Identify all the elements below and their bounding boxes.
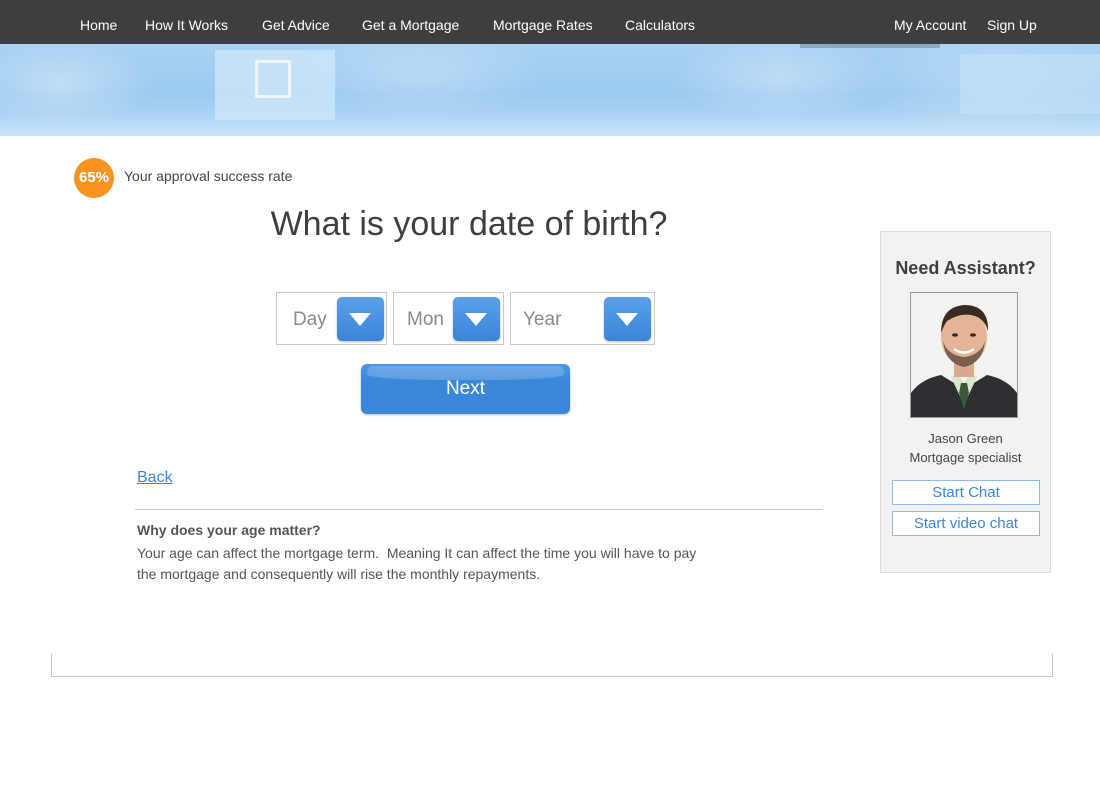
hero-window (255, 60, 291, 98)
hero-roof (800, 44, 940, 48)
month-select[interactable]: Mon (393, 292, 504, 345)
avatar-portrait-icon (911, 293, 1017, 417)
month-select-label: Mon (407, 309, 444, 330)
year-select[interactable]: Year (510, 292, 655, 345)
assistant-title: Need Assistant? (895, 258, 1036, 278)
top-nav: Home How It Works Get Advice Get a Mortg… (0, 0, 1100, 44)
year-select-label: Year (523, 309, 562, 330)
nav-home[interactable]: Home (80, 0, 117, 44)
why-age-body: Your age can affect the mortgage term. M… (137, 543, 757, 585)
assistant-role: Mortgage specialist (909, 450, 1022, 465)
nav-my-account[interactable]: My Account (894, 0, 966, 44)
footer-box (51, 654, 1053, 677)
approval-rate-label: Your approval success rate (124, 168, 293, 184)
start-chat-button[interactable]: Start Chat (892, 480, 1040, 505)
chevron-down-icon[interactable] (453, 297, 500, 341)
next-button-label: Next (445, 378, 486, 399)
day-select[interactable]: Day (276, 292, 387, 345)
hero-ground (0, 114, 1100, 136)
back-link[interactable]: Back (137, 469, 173, 487)
avatar (910, 292, 1018, 418)
hero-house-right (960, 54, 1100, 114)
why-age-title: Why does your age matter? (137, 522, 321, 538)
why-age-line-2: the mortgage and consequently will rise … (137, 566, 541, 582)
nav-how-it-works[interactable]: How It Works (145, 0, 228, 44)
page-question: What is your date of birth? (270, 205, 668, 243)
day-select-label: Day (293, 309, 327, 330)
why-age-line-1: Your age can affect the mortgage term. M… (137, 545, 697, 561)
assistant-name: Jason Green (928, 431, 1003, 446)
chevron-down-icon[interactable] (337, 297, 384, 341)
assistant-panel: Need Assistant? Jason Green Mortgage spe (880, 231, 1051, 573)
chevron-down-icon[interactable] (604, 297, 651, 341)
nav-get-a-mortgage[interactable]: Get a Mortgage (362, 0, 459, 44)
hero-banner (0, 44, 1100, 136)
divider (135, 509, 823, 510)
nav-get-advice[interactable]: Get Advice (262, 0, 330, 44)
nav-mortgage-rates[interactable]: Mortgage Rates (493, 0, 593, 44)
next-button[interactable]: Next (361, 364, 570, 414)
approval-rate-badge: 65% (74, 158, 114, 198)
start-video-chat-button[interactable]: Start video chat (892, 511, 1040, 536)
nav-sign-up[interactable]: Sign Up (987, 0, 1037, 44)
nav-calculators[interactable]: Calculators (625, 0, 695, 44)
